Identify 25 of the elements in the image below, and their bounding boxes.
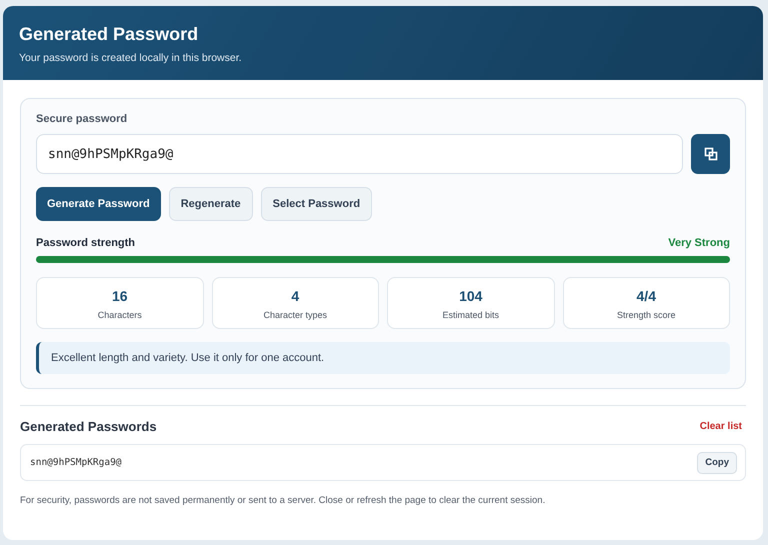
copy-button[interactable]: Copy: [697, 452, 737, 474]
stat-value: 4/4: [636, 288, 657, 304]
page-title: Generated Password: [19, 24, 198, 45]
footer-note: For security, passwords are not saved permanently or sent to a server. Close or refresh the page to clear the current session.: [20, 495, 546, 506]
copy-icon: [704, 147, 718, 161]
strength-rating: Very Strong: [668, 237, 730, 249]
password-field[interactable]: snn@9hPSMpKRga9@: [36, 134, 683, 174]
stat-label: Character types: [262, 310, 328, 320]
clear-list-link[interactable]: Clear list: [696, 421, 746, 432]
info-note: Excellent length and variety. Use it only for one account.: [36, 342, 730, 374]
generate-button[interactable]: Generate Password: [36, 187, 161, 221]
stat-value: 104: [458, 288, 484, 304]
strength-label: Password strength: [36, 237, 136, 249]
history-password: snn@9hPSMpKRga9@: [30, 457, 122, 468]
section-title: Generated Passwords: [20, 419, 157, 434]
stat-label: Strength score: [616, 310, 677, 320]
stat-value: 16: [110, 288, 129, 304]
copy-button[interactable]: [691, 134, 730, 174]
page-subtitle: Your password is created locally in this browser.: [19, 52, 242, 64]
stat-value: 4: [290, 288, 300, 304]
action-button[interactable]: Select Password: [260, 187, 372, 221]
stat-label: Estimated bits: [441, 310, 500, 320]
action-button[interactable]: Regenerate: [168, 187, 253, 221]
stat-label: Characters: [96, 310, 143, 320]
field-label: Secure password: [36, 113, 128, 125]
